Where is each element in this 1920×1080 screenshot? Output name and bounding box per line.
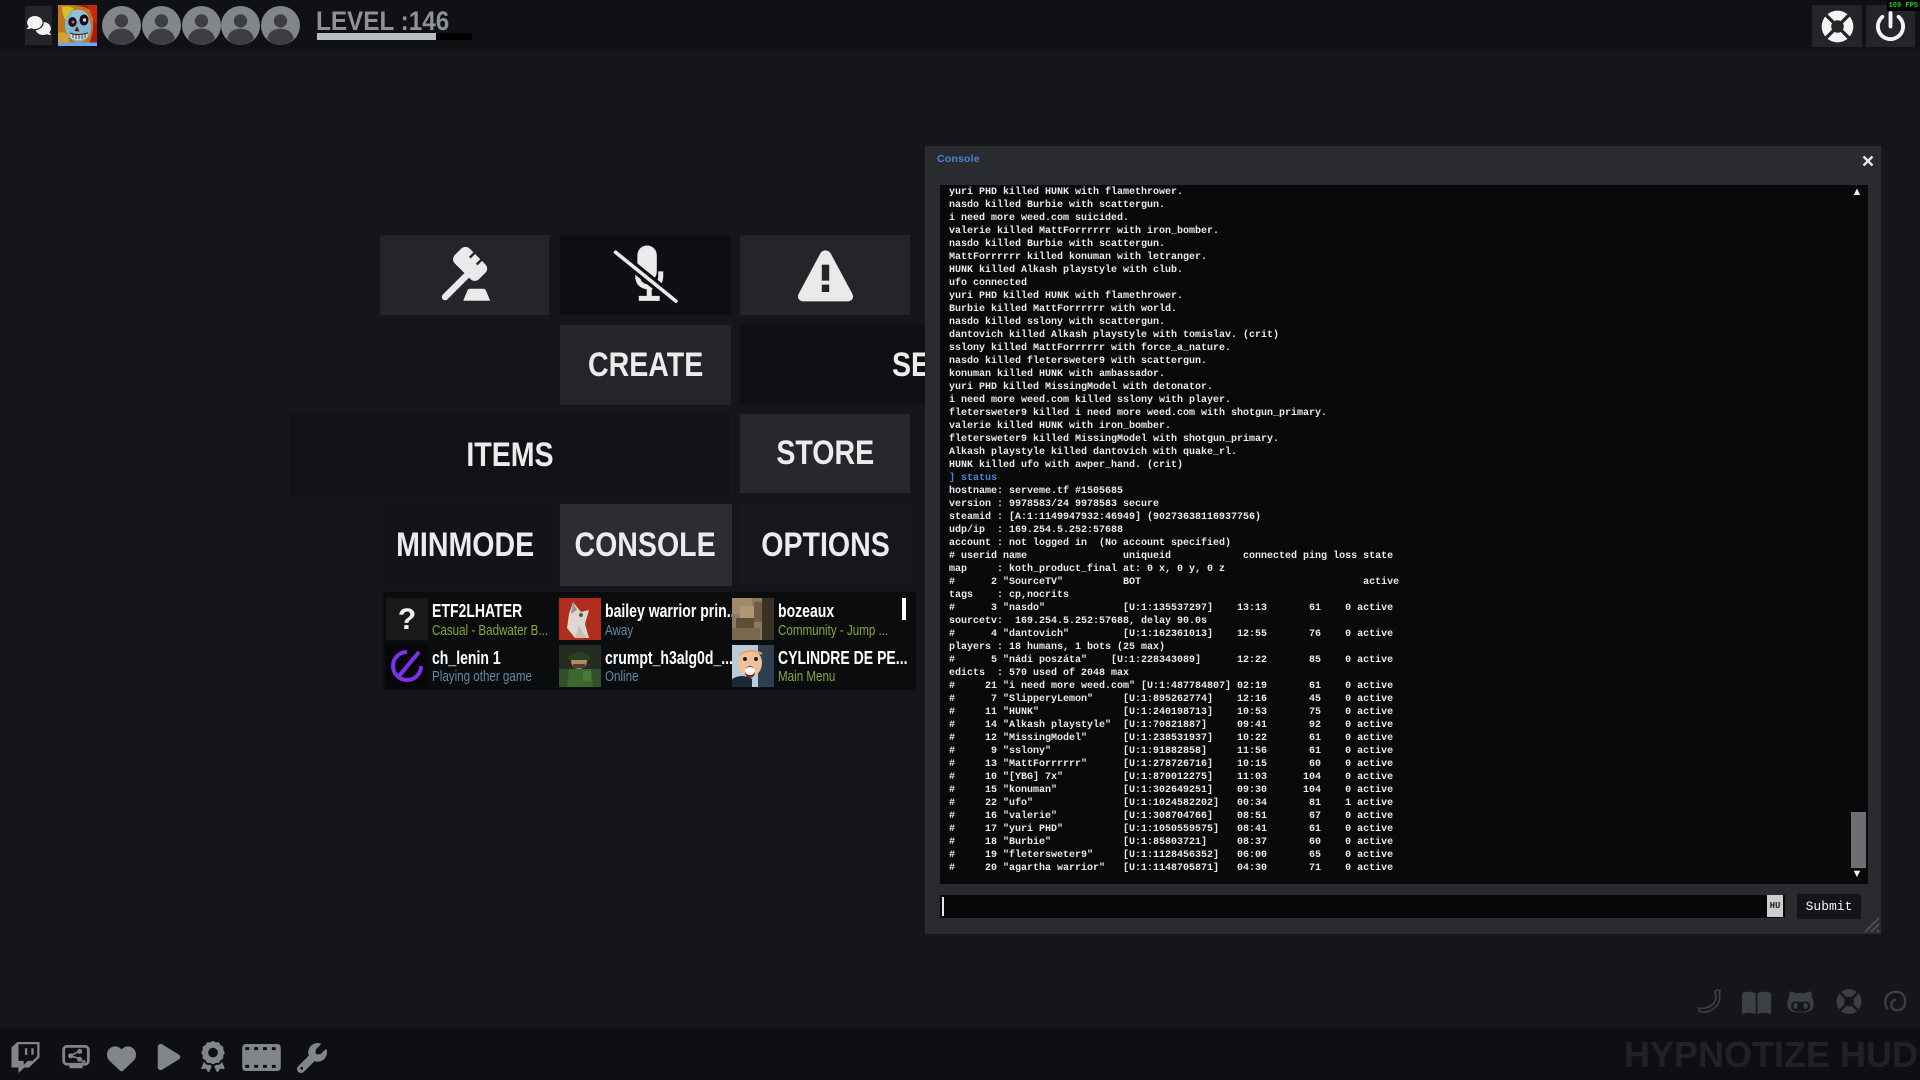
svg-text:?: ? xyxy=(397,603,415,636)
